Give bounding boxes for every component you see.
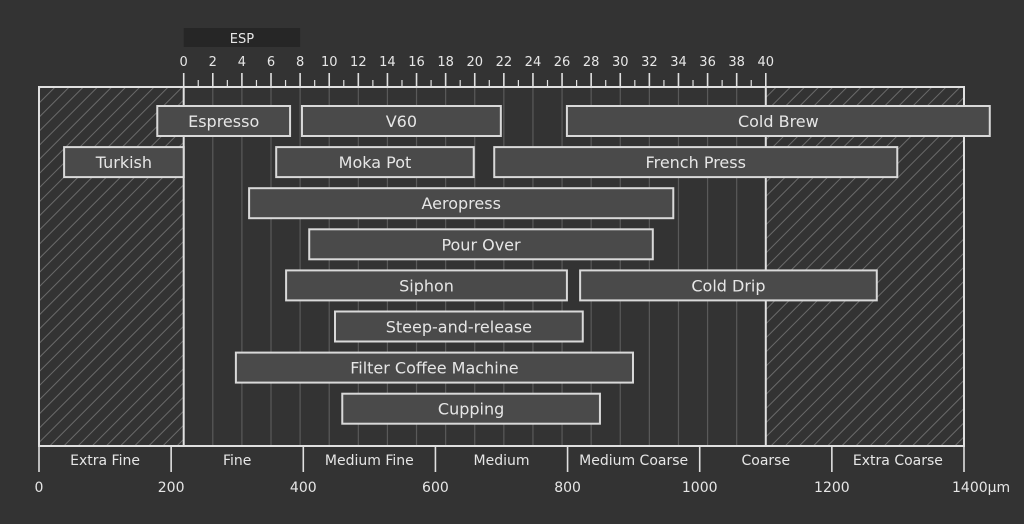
esp-tick-label: 8	[296, 55, 304, 70]
x-tick-label: 400	[290, 480, 317, 496]
bar-label-espresso: Espresso	[188, 112, 259, 131]
esp-tick-label: 26	[554, 55, 571, 70]
esp-tick-label: 14	[379, 55, 396, 70]
x-tick-label: 0	[35, 480, 44, 496]
esp-tick-label: 2	[209, 55, 217, 70]
esp-tick-label: 22	[496, 55, 513, 70]
x-tick-label: 200	[158, 480, 185, 496]
x-tick-label: 1400µm	[952, 480, 1010, 496]
band-label-medium: Medium	[474, 453, 530, 469]
esp-tick-label: 18	[437, 55, 454, 70]
band-label-fine: Fine	[223, 453, 251, 469]
hatched-region-1	[765, 87, 964, 446]
esp-tick-label: 4	[238, 55, 246, 70]
band-label-extra-coarse: Extra Coarse	[853, 453, 943, 469]
esp-tick-label: 32	[641, 55, 658, 70]
x-tick-label: 1200	[814, 480, 850, 496]
bar-label-steep-and-release: Steep-and-release	[386, 318, 532, 337]
hatched-region-0	[39, 87, 184, 446]
esp-tick-label: 28	[583, 55, 600, 70]
esp-tick-label: 36	[699, 55, 716, 70]
esp-tick-label: 38	[728, 55, 745, 70]
x-tick-label: 600	[422, 480, 449, 496]
bar-label-moka-pot: Moka Pot	[339, 153, 412, 172]
band-label-medium-coarse: Medium Coarse	[579, 453, 688, 469]
bar-label-siphon: Siphon	[399, 276, 454, 295]
bar-label-cold-brew: Cold Brew	[738, 112, 819, 131]
bar-label-v60: V60	[386, 112, 417, 131]
x-tick-label: 800	[554, 480, 581, 496]
esp-tick-label: 12	[350, 55, 367, 70]
bar-label-turkish: Turkish	[95, 153, 152, 172]
esp-tick-label: 40	[758, 55, 775, 70]
grind-size-chart: ESP0 2 4 6 8 10 12 14 16 18 20 22 24 26 28 30 32 34 36 38 40…	[35, 28, 1010, 496]
esp-tick-label: 16	[408, 55, 425, 70]
esp-tick-label: 34	[670, 55, 687, 70]
band-label-coarse: Coarse	[741, 453, 790, 469]
esp-tick-label: 6	[267, 55, 275, 70]
esp-tick-label: 10	[321, 55, 338, 70]
band-label-medium-fine: Medium Fine	[325, 453, 414, 469]
bar-label-filter-coffee-machine: Filter Coffee Machine	[350, 359, 518, 378]
esp-scale-label: ESP	[230, 32, 254, 47]
bar-label-cold-drip: Cold Drip	[691, 276, 765, 295]
esp-tick-label: 20	[466, 55, 483, 70]
esp-tick-label: 24	[525, 55, 542, 70]
esp-tick-label: 0	[180, 55, 188, 70]
bar-label-cupping: Cupping	[438, 400, 504, 419]
bar-label-pour-over: Pour Over	[441, 235, 521, 254]
x-tick-label: 1000	[682, 480, 718, 496]
bar-label-aeropress: Aeropress	[421, 194, 500, 213]
esp-tick-label: 30	[612, 55, 629, 70]
bar-label-french-press: French Press	[646, 153, 746, 172]
band-label-extra-fine: Extra Fine	[70, 453, 140, 469]
